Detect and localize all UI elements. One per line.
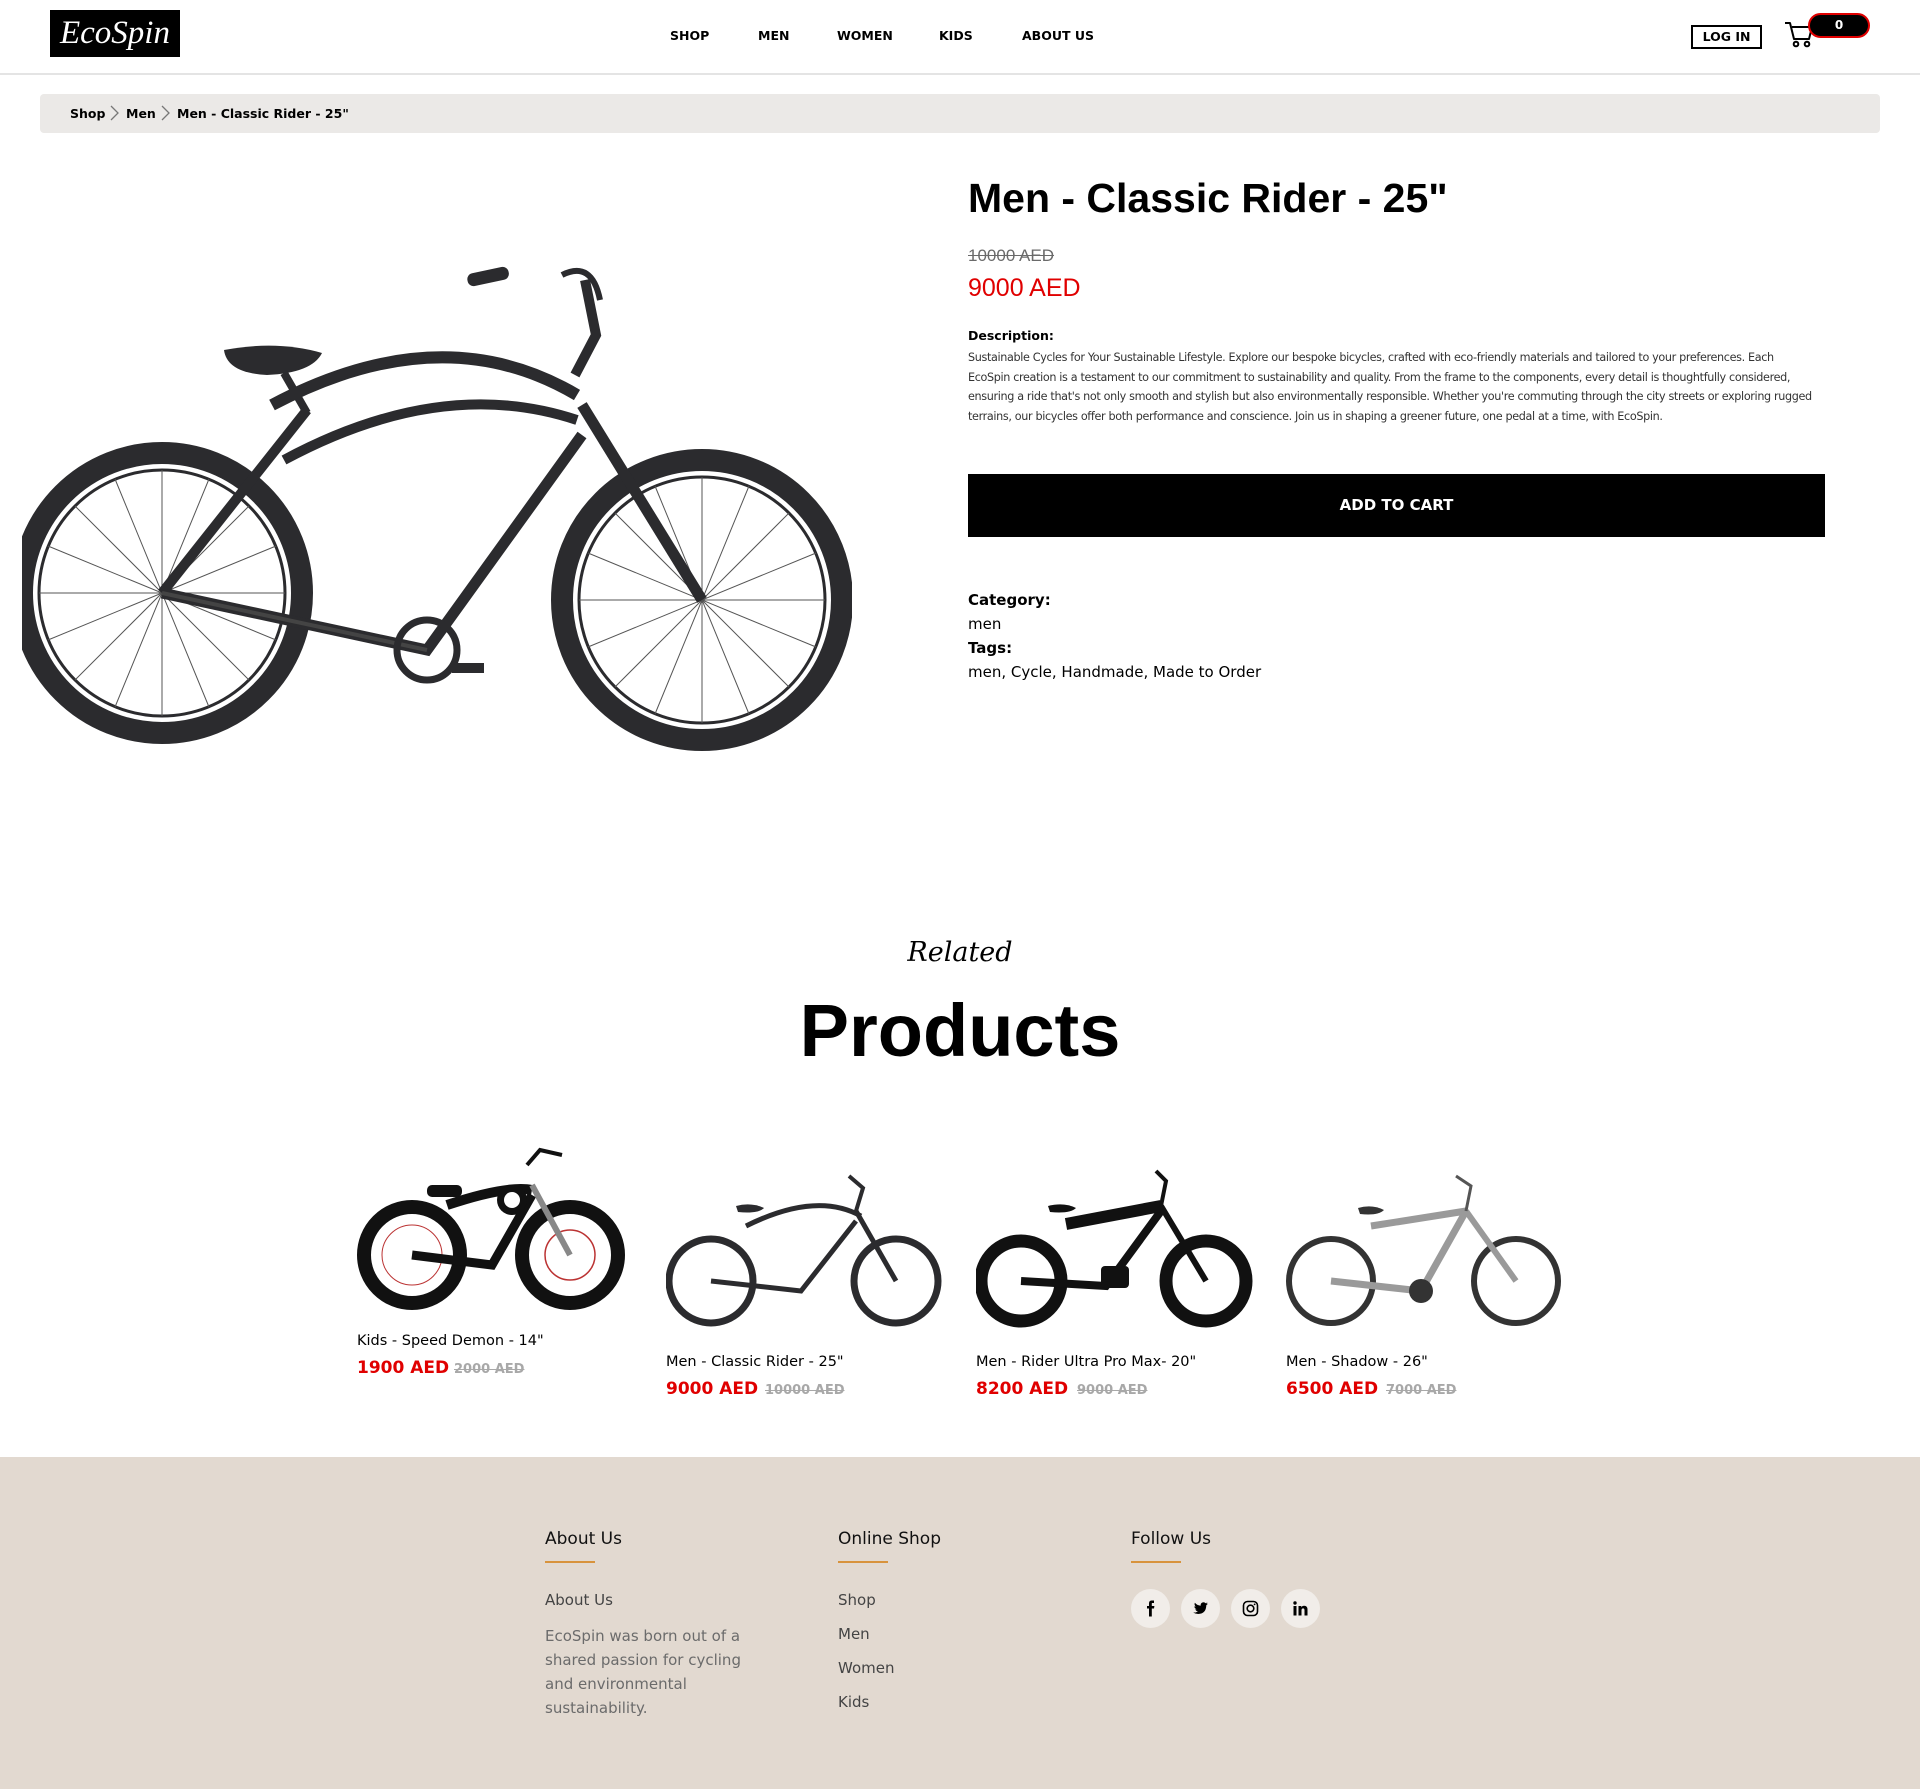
footer-link-kids[interactable]: Kids	[838, 1693, 869, 1711]
instagram-icon[interactable]	[1231, 1589, 1270, 1628]
card-price: 8200 AED	[976, 1379, 1069, 1399]
nav-kids[interactable]: KIDS	[939, 28, 973, 43]
add-to-cart-button[interactable]: ADD TO CART	[968, 474, 1825, 537]
breadcrumb: Shop Men Men - Classic Rider - 25"	[40, 94, 1880, 133]
linkedin-icon[interactable]	[1281, 1589, 1320, 1628]
nav-shop[interactable]: SHOP	[670, 28, 709, 43]
footer-link-shop[interactable]: Shop	[838, 1591, 876, 1609]
card-old-price: 10000 AED	[765, 1383, 845, 1398]
cruiser-bicycle-image	[666, 1174, 942, 1327]
footer-about-text: EcoSpin was born out of a shared passion…	[545, 1627, 741, 1717]
product-price: 9000 AED	[968, 274, 1081, 302]
card-price: 1900 AED	[357, 1358, 450, 1378]
site-header: EcoSpin SHOP MEN WOMEN KIDS ABOUT US LOG…	[0, 0, 1920, 75]
footer-heading-underline	[545, 1561, 595, 1563]
footer-follow-heading: Follow Us	[1131, 1529, 1212, 1549]
nav-men[interactable]: MEN	[758, 28, 789, 43]
facebook-icon[interactable]	[1131, 1589, 1170, 1628]
nav-women[interactable]: WOMEN	[837, 28, 893, 43]
card-old-price: 9000 AED	[1077, 1383, 1148, 1398]
cart-count-badge[interactable]: 0	[1808, 13, 1870, 38]
footer-shop-heading: Online Shop	[838, 1529, 941, 1549]
chevron-right-icon	[161, 105, 170, 121]
nav-about-us[interactable]: ABOUT US	[1022, 28, 1094, 43]
kids-bicycle-image	[357, 1147, 625, 1310]
electric-bicycle-image	[976, 1169, 1253, 1328]
description-label: Description:	[968, 328, 1054, 343]
category-value[interactable]: men	[968, 615, 1001, 633]
product-image	[22, 266, 852, 751]
card-old-price: 2000 AED	[454, 1362, 525, 1377]
related-products-title: Products	[799, 989, 1121, 1072]
main-nav: SHOP MEN WOMEN KIDS ABOUT US	[0, 28, 1920, 48]
card-price: 6500 AED	[1286, 1379, 1379, 1399]
breadcrumb-men[interactable]: Men	[126, 106, 156, 121]
footer-heading-underline	[1131, 1561, 1181, 1563]
footer-about-heading: About Us	[545, 1529, 622, 1549]
product-title: Men - Classic Rider - 25"	[968, 175, 1448, 221]
footer-link-women[interactable]: Women	[838, 1659, 894, 1677]
card-price: 9000 AED	[666, 1379, 759, 1399]
card-name[interactable]: Men - Shadow - 26"	[1286, 1354, 1428, 1370]
breadcrumb-shop[interactable]: Shop	[70, 106, 105, 121]
tags-value[interactable]: men, Cycle, Handmade, Made to Order	[968, 663, 1261, 681]
product-old-price: 10000 AED	[968, 246, 1055, 265]
card-name[interactable]: Men - Classic Rider - 25"	[666, 1354, 844, 1370]
card-name[interactable]: Kids - Speed Demon - 14"	[357, 1333, 544, 1349]
site-footer: About Us About Us EcoSpin was born out o…	[0, 1457, 1920, 1789]
login-button[interactable]: LOG IN	[1691, 25, 1762, 49]
card-name[interactable]: Men - Rider Ultra Pro Max- 20"	[976, 1354, 1196, 1370]
footer-heading-underline	[838, 1561, 888, 1563]
footer-about-link[interactable]: About Us	[545, 1591, 613, 1609]
grey-bicycle-image	[1286, 1174, 1561, 1326]
footer-link-men[interactable]: Men	[838, 1625, 870, 1643]
tags-label: Tags:	[968, 639, 1013, 657]
category-label: Category:	[968, 591, 1051, 609]
chevron-right-icon	[110, 105, 119, 121]
card-old-price: 7000 AED	[1386, 1383, 1457, 1398]
related-script-heading: Related	[907, 937, 1013, 968]
breadcrumb-current: Men - Classic Rider - 25"	[177, 106, 349, 121]
product-description: Sustainable Cycles for Your Sustainable …	[968, 351, 1812, 423]
twitter-icon[interactable]	[1181, 1589, 1220, 1628]
